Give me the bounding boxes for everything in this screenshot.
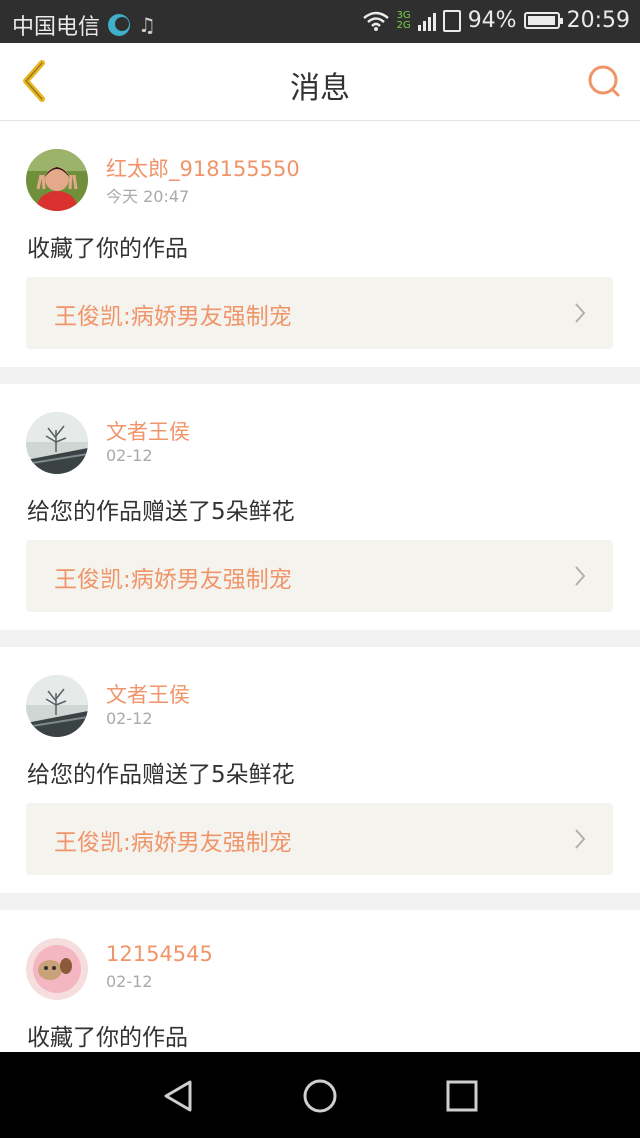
chevron-right-icon xyxy=(575,829,586,849)
avatar[interactable] xyxy=(26,149,88,211)
status-left: 中国电信 ♫ xyxy=(12,9,156,41)
avatar[interactable] xyxy=(26,412,88,474)
status-right: 3G 2G 94% 20:59 xyxy=(362,8,630,33)
battery-icon xyxy=(523,12,563,29)
work-title: 王俊凯:病娇男友强制宠 xyxy=(54,304,292,330)
network-2g-label: 2G xyxy=(396,19,411,31)
page-title: 消息 xyxy=(290,71,350,106)
cartoon-sheep-avatar-icon xyxy=(26,938,88,1000)
work-link[interactable]: 王俊凯:病娇男友强制宠 xyxy=(26,277,613,349)
username[interactable]: 文者王侯 xyxy=(106,679,190,709)
work-link[interactable]: 王俊凯:病娇男友强制宠 xyxy=(26,803,613,875)
timestamp: 02-12 xyxy=(106,446,153,465)
username[interactable]: 文者王侯 xyxy=(106,416,190,446)
avatar[interactable] xyxy=(26,938,88,1000)
work-title: 王俊凯:病娇男友强制宠 xyxy=(54,830,292,856)
message-list[interactable]: 红太郎_918155550 今天 20:47 收藏了你的作品 王俊凯:病娇男友强… xyxy=(0,121,640,1052)
work-title: 王俊凯:病娇男友强制宠 xyxy=(54,567,292,593)
recents-square-icon[interactable] xyxy=(440,1074,484,1118)
message-card: 文者王侯 02-12 给您的作品赠送了5朵鲜花 王俊凯:病娇男友强制宠 xyxy=(0,647,640,893)
child-photo-avatar-icon xyxy=(26,149,88,211)
chevron-right-icon xyxy=(575,566,586,586)
moon-icon xyxy=(108,14,131,36)
action-text: 收藏了你的作品 xyxy=(27,236,188,262)
top-nav-bar: 消息 xyxy=(0,43,640,121)
action-text: 给您的作品赠送了5朵鲜花 xyxy=(27,499,295,525)
action-text: 给您的作品赠送了5朵鲜花 xyxy=(27,762,295,788)
username[interactable]: 红太郎_918155550 xyxy=(106,153,300,183)
home-circle-icon[interactable] xyxy=(298,1074,342,1118)
username[interactable]: 12154545 xyxy=(106,942,213,966)
back-triangle-icon[interactable] xyxy=(156,1074,200,1118)
network-type: 3G 2G xyxy=(396,9,411,31)
carrier-label: 中国电信 xyxy=(12,15,101,40)
avatar[interactable] xyxy=(26,675,88,737)
search-icon[interactable] xyxy=(586,63,622,99)
music-icon: ♫ xyxy=(138,13,156,37)
message-card: 文者王侯 02-12 给您的作品赠送了5朵鲜花 王俊凯:病娇男友强制宠 xyxy=(0,384,640,630)
message-card: 红太郎_918155550 今天 20:47 收藏了你的作品 王俊凯:病娇男友强… xyxy=(0,121,640,367)
action-text: 收藏了你的作品 xyxy=(27,1025,188,1051)
system-nav-bar xyxy=(0,1052,640,1138)
sim-icon xyxy=(442,9,461,32)
battery-percent: 94% xyxy=(467,8,517,33)
message-card: 12154545 02-12 收藏了你的作品 xyxy=(0,910,640,1052)
chevron-right-icon xyxy=(575,303,586,323)
clock: 20:59 xyxy=(566,8,630,33)
network-3g-label: 3G xyxy=(396,9,411,21)
landscape-photo-avatar-icon xyxy=(26,412,88,474)
status-bar: 中国电信 ♫ 3G 2G 94% 20:59 xyxy=(0,0,640,43)
signal-icon xyxy=(417,11,436,31)
wifi-icon xyxy=(362,11,389,31)
timestamp: 02-12 xyxy=(106,972,153,991)
timestamp: 02-12 xyxy=(106,709,153,728)
work-link[interactable]: 王俊凯:病娇男友强制宠 xyxy=(26,540,613,612)
timestamp: 今天 20:47 xyxy=(106,187,190,206)
landscape-photo-avatar-icon xyxy=(26,675,88,737)
